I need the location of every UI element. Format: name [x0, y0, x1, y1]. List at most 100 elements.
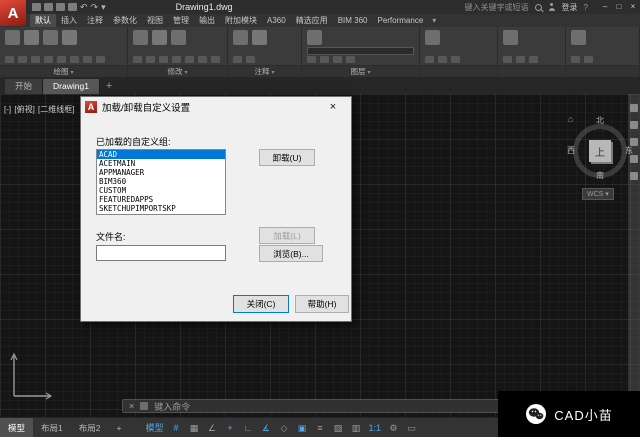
filename-input[interactable]	[96, 245, 226, 261]
ribbon-tab-parametric[interactable]: 参数化	[108, 14, 142, 27]
paste-icon[interactable]	[571, 56, 580, 63]
layout-tab-layout2[interactable]: 布局2	[71, 418, 109, 437]
ribbon-tab-output[interactable]: 输出	[194, 14, 220, 27]
file-tab-drawing1[interactable]: Drawing1	[43, 79, 100, 94]
maximize-button[interactable]: □	[612, 0, 626, 14]
boundary-icon[interactable]	[96, 56, 105, 63]
mirror-icon[interactable]	[146, 56, 155, 63]
selection-cycling-icon[interactable]: ▥	[348, 420, 363, 436]
create-block-icon[interactable]	[425, 56, 434, 63]
list-item[interactable]: ACETMAIN	[97, 159, 225, 168]
application-menu-button[interactable]: A	[0, 0, 26, 26]
layer-freeze-icon[interactable]	[333, 56, 342, 63]
layout-tab-new-layout[interactable]: +	[108, 418, 129, 437]
panel-label-modify[interactable]: 修改 ▾	[128, 65, 227, 77]
close-icon[interactable]: ×	[129, 401, 134, 411]
spline-icon[interactable]	[44, 56, 53, 63]
insert-block-icon[interactable]	[425, 30, 440, 45]
edit-block-icon[interactable]	[438, 56, 447, 63]
viewcube[interactable]: ⌂ 上 北 南 西 东 WCS ▾	[567, 114, 633, 208]
view-control[interactable]: [俯视]	[14, 105, 34, 114]
layer-properties-icon[interactable]	[307, 30, 322, 45]
erase-icon[interactable]	[185, 56, 194, 63]
layout-tab-model[interactable]: 模型	[0, 417, 34, 437]
ellipse-icon[interactable]	[18, 56, 27, 63]
table-icon[interactable]	[246, 56, 255, 63]
ribbon-tab-featured-apps[interactable]: 精选应用	[291, 14, 333, 27]
grid-icon[interactable]: #	[168, 420, 183, 436]
command-prompt[interactable]: 键入命令	[154, 400, 190, 413]
measure-icon[interactable]	[571, 30, 586, 45]
dynamic-input-icon[interactable]: +	[222, 420, 237, 436]
unload-button[interactable]: 卸载(U)	[259, 149, 315, 166]
redo-icon[interactable]: ↷	[91, 2, 99, 12]
new-file-icon[interactable]	[32, 3, 41, 11]
viewport-menu[interactable]: [-]	[4, 105, 11, 114]
infer-constraints-icon[interactable]: ∠	[204, 420, 219, 436]
ribbon-tab-performance[interactable]: Performance	[372, 14, 428, 27]
lineweight-icon[interactable]: ≡	[312, 420, 327, 436]
ribbon-tab-view[interactable]: 视图	[142, 14, 168, 27]
trim-icon[interactable]	[171, 30, 186, 45]
hatch-icon[interactable]	[31, 56, 40, 63]
point-icon[interactable]	[57, 56, 66, 63]
customize-icon[interactable]	[140, 402, 149, 410]
ribbon-tab-a360[interactable]: A360	[262, 14, 291, 27]
match-properties-icon[interactable]	[503, 56, 512, 63]
file-tab-start[interactable]: 开始	[5, 79, 44, 94]
leader-icon[interactable]	[233, 56, 242, 63]
ucs-selector[interactable]: WCS ▾	[582, 188, 614, 200]
home-icon[interactable]: ⌂	[568, 114, 573, 124]
open-file-icon[interactable]	[44, 3, 53, 11]
undo-icon[interactable]: ↶	[80, 2, 88, 12]
layer-dropdown[interactable]	[307, 46, 414, 55]
object-snap-icon[interactable]: ▣	[294, 420, 309, 436]
help-button[interactable]: 帮助(H)	[295, 295, 349, 313]
rotate-icon[interactable]	[152, 30, 167, 45]
snap-mode-icon[interactable]: ▦	[186, 420, 201, 436]
list-item[interactable]: APPMANAGER	[97, 168, 225, 177]
close-window-button[interactable]: ×	[626, 0, 640, 14]
stretch-icon[interactable]	[211, 56, 220, 63]
line-icon[interactable]	[5, 30, 20, 45]
fillet-icon[interactable]	[159, 56, 168, 63]
annotation-scale-icon[interactable]: 1:1	[366, 420, 383, 436]
transparency-icon[interactable]: ▨	[330, 420, 345, 436]
help-icon[interactable]: ?	[584, 3, 588, 12]
circle-icon[interactable]	[43, 30, 58, 45]
gradient-icon[interactable]	[83, 56, 92, 63]
visual-style-control[interactable]: [二维线框]	[38, 105, 74, 114]
ribbon-collapse-icon[interactable]: ▾	[432, 14, 436, 27]
dialog-close-icon[interactable]: ×	[319, 97, 347, 117]
sign-in-button[interactable]: 登录	[562, 2, 578, 13]
isodraft-icon[interactable]: ◇	[276, 420, 291, 436]
copy-icon[interactable]	[133, 56, 142, 63]
layout-tab-layout1[interactable]: 布局1	[33, 418, 71, 437]
dimension-icon[interactable]	[252, 30, 267, 45]
list-item[interactable]: CUSTOM	[97, 186, 225, 195]
text-icon[interactable]	[233, 30, 248, 45]
navigation-wheel-icon[interactable]	[630, 104, 638, 112]
ortho-icon[interactable]: ∟	[240, 420, 255, 436]
search-input[interactable]: 键入关键字或短语	[465, 2, 529, 13]
clean-screen-icon[interactable]: ▭	[404, 420, 419, 436]
list-item[interactable]: FEATUREDAPPS	[97, 195, 225, 204]
dialog-title-bar[interactable]: A 加载/卸载自定义设置 ×	[81, 97, 351, 117]
polyline-icon[interactable]	[24, 30, 39, 45]
panel-label-annotation[interactable]: 注释 ▾	[228, 65, 301, 77]
compass-east-label[interactable]: 东	[625, 145, 633, 156]
list-item[interactable]: SKETCHUPIMPORTSKP	[97, 204, 225, 213]
customization-groups-list[interactable]: ACAD ACETMAIN APPMANAGER BIM360 CUSTOM FEATUR…	[96, 149, 226, 215]
color-icon[interactable]	[516, 56, 525, 63]
ribbon-tab-insert[interactable]: 插入	[56, 14, 82, 27]
qat-dropdown-icon[interactable]: ▾	[101, 2, 106, 12]
ribbon-tab-home[interactable]: 默认	[30, 14, 56, 27]
new-drawing-tab[interactable]: +	[100, 79, 118, 94]
model-space-icon[interactable]: 模型	[143, 420, 165, 436]
ribbon-tab-manage[interactable]: 管理	[168, 14, 194, 27]
save-icon[interactable]	[56, 3, 65, 11]
move-icon[interactable]	[133, 30, 148, 45]
list-item[interactable]: ACAD	[97, 150, 225, 159]
ribbon-tab-annotate[interactable]: 注释	[82, 14, 108, 27]
layer-lock-icon[interactable]	[346, 56, 355, 63]
